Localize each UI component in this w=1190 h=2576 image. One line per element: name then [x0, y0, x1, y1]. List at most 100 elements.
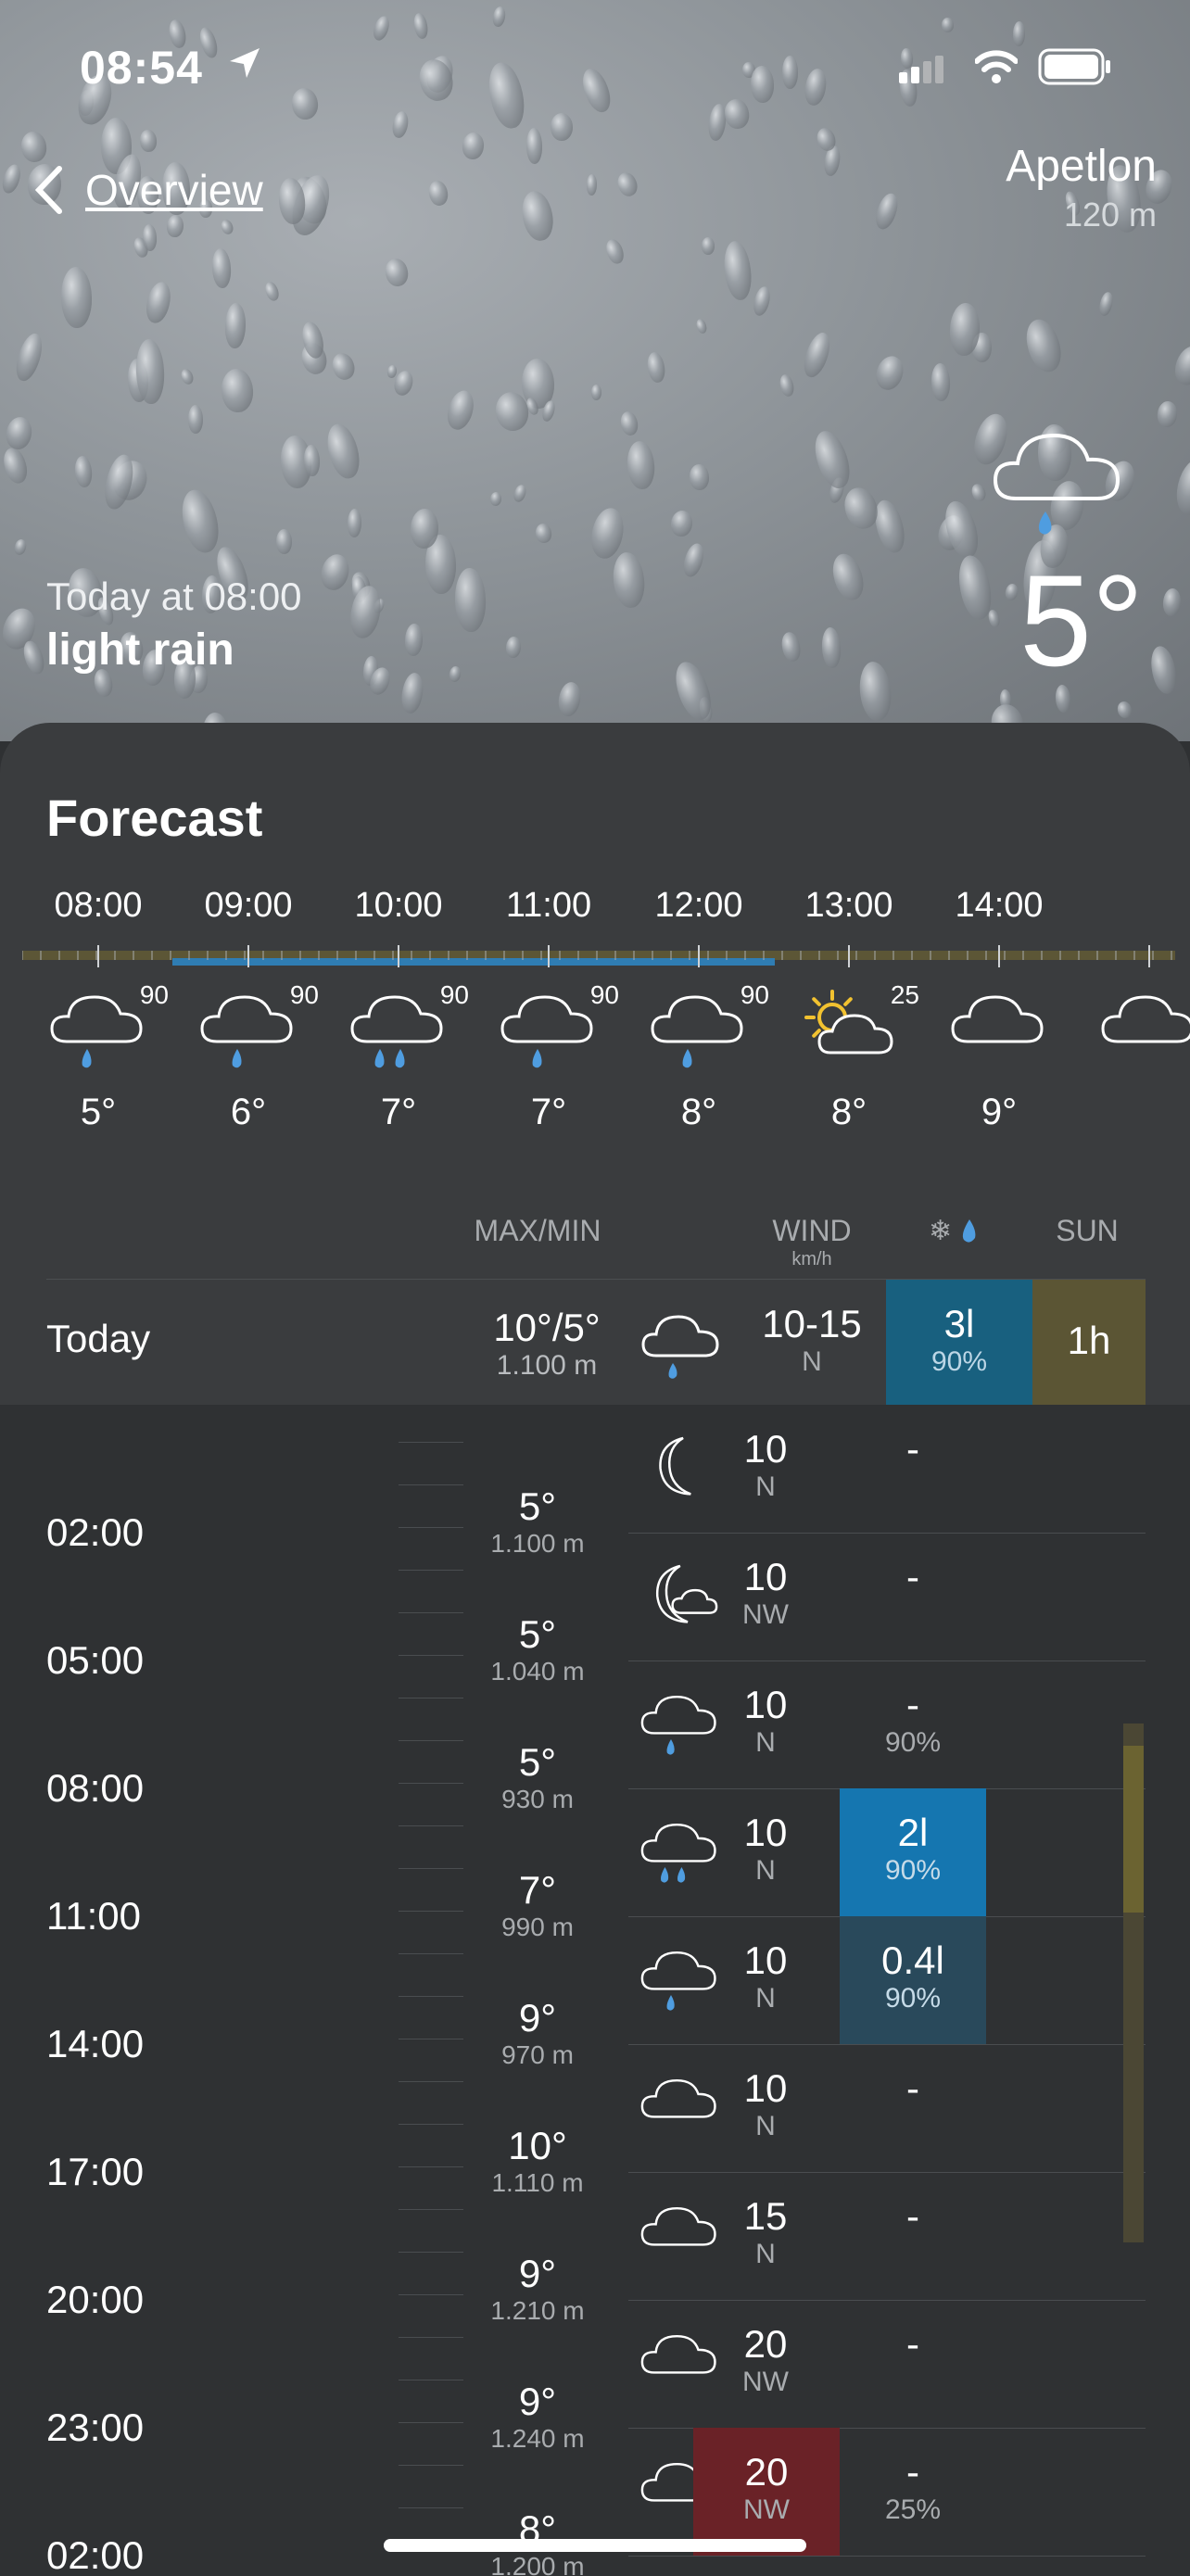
rain-drop	[220, 218, 235, 236]
rain-drop	[275, 529, 292, 555]
hourly-detail-list[interactable]: 10 N -02:00 5° 1.100 m 10 NW -05:00 5° 1.040 m 10 N…	[0, 1405, 1190, 2576]
row-precip-amount: -	[906, 2450, 919, 2494]
hour-forecast-item[interactable]: 90	[46, 973, 176, 1084]
rain-drop	[779, 630, 804, 663]
back-button[interactable]: Overview	[35, 165, 263, 215]
rain-drop	[778, 373, 796, 398]
hour-label: 10:00	[354, 886, 443, 925]
row-time: 02:00	[46, 2533, 145, 2576]
chevron-left-icon	[35, 166, 62, 214]
rain-drop	[871, 352, 907, 394]
row-time: 11:00	[46, 1894, 141, 1938]
rain-drop	[505, 636, 523, 659]
row-time: 05:00	[46, 1638, 145, 1682]
row-temp-value: 7°	[518, 1868, 557, 1912]
rain-drop	[489, 491, 503, 508]
today-precip-probability: 90%	[930, 1346, 988, 1377]
hourly-row[interactable]: 20 NW -	[628, 2300, 1146, 2429]
rain-drop	[317, 550, 353, 594]
hourly-row[interactable]: 15 N -	[628, 2172, 1146, 2301]
rain-drop	[942, 18, 955, 33]
hourly-row[interactable]: 10 N 0.4l 90%	[628, 1916, 1146, 2045]
rain-drop	[1147, 643, 1180, 696]
forecast-sheet[interactable]: Forecast 08:00 09:00 10:00 11:00 12:00 13:00 1…	[0, 723, 1190, 2576]
location-arrow-icon	[230, 48, 260, 78]
row-time: 14:00	[46, 2022, 145, 2065]
home-indicator[interactable]	[384, 2539, 806, 2552]
level-tick	[399, 1442, 463, 1443]
precip-probability: 90	[139, 980, 169, 1009]
row-wind: 15 N	[691, 2194, 840, 2270]
cloud-rain-icon	[641, 1315, 719, 1379]
hourly-row[interactable]: 10 N 2l 90%	[628, 1788, 1146, 1917]
rain-drop	[518, 188, 557, 244]
level-tick	[399, 1953, 463, 1954]
rain-drop	[1170, 342, 1190, 389]
back-label: Overview	[85, 166, 263, 214]
row-wind-speed: 20	[743, 2322, 788, 2366]
today-summary-row[interactable]: Today 10°/5° 1.100 m 10-15 N 3l 90% 1h	[46, 1279, 1146, 1406]
today-wind-direction: N	[802, 1346, 822, 1377]
hour-temperature: 7°	[380, 1092, 417, 1132]
rain-drop	[382, 256, 411, 288]
hourly-row[interactable]: 10 N -	[628, 2044, 1146, 2173]
today-precip-amount: 3l	[943, 1302, 975, 1345]
row-wind-direction: N	[755, 2239, 776, 2269]
cloud-rain-icon	[651, 995, 743, 1068]
rain-drop	[856, 660, 893, 724]
rain-drop	[60, 266, 94, 328]
rain-drop	[11, 330, 47, 384]
hourly-icons: 90 90 90 90 90 25	[0, 973, 1190, 1084]
row-precipitation: 0.4l 90%	[840, 1916, 986, 2044]
row-wind-direction: N	[755, 2111, 776, 2141]
hour-forecast-item[interactable]	[947, 973, 1077, 1084]
rain-drop	[461, 132, 487, 161]
rain-drop	[220, 367, 255, 413]
hour-forecast-item[interactable]: 90	[347, 973, 476, 1084]
row-time: 20:00	[46, 2278, 145, 2321]
row-precip-amount: -	[906, 1427, 919, 1471]
hourly-row[interactable]: 10 N -	[628, 1405, 1146, 1534]
row-precipitation: 2l 90%	[840, 1788, 986, 1916]
rain-drop	[390, 109, 411, 139]
rain-drop	[556, 679, 583, 718]
rain-drop	[187, 405, 204, 435]
hour-forecast-item[interactable]	[1097, 973, 1190, 1084]
rain-drop	[143, 280, 175, 326]
rain-drop	[808, 426, 855, 493]
cloud-rain-icon	[500, 995, 593, 1068]
rain-drop	[930, 362, 951, 401]
wind-header: WIND	[772, 1214, 852, 1247]
rain-drop	[610, 550, 648, 610]
rain-drop	[688, 463, 710, 490]
rain-drop	[590, 385, 602, 401]
wind-unit: km/h	[791, 1249, 832, 1269]
precip-probability: 90	[740, 980, 769, 1009]
rain-drop	[20, 638, 48, 677]
hour-forecast-item[interactable]: 90	[647, 973, 777, 1084]
hour-forecast-item[interactable]: 25	[797, 973, 927, 1084]
hour-forecast-item[interactable]: 90	[196, 973, 326, 1084]
hour-temperature: 6°	[230, 1092, 267, 1132]
row-precip-probability: 25%	[884, 2494, 942, 2525]
row-precipitation: -90%	[840, 1661, 986, 1788]
rain-drop	[828, 550, 868, 604]
current-temperature: 5°	[1019, 548, 1144, 693]
rain-drop	[820, 626, 842, 669]
hourly-row[interactable]: 10 N -90%	[628, 1661, 1146, 1789]
cloud-rain-icon	[200, 995, 293, 1068]
today-sun-hours: 1h	[1067, 1319, 1111, 1362]
row-precipitation: -	[840, 2044, 986, 2172]
hourly-row[interactable]: 10 NW -	[628, 1533, 1146, 1661]
today-maxmin: 10°/5° 1.100 m	[445, 1306, 649, 1382]
status-time: 08:54	[80, 42, 203, 94]
hourly-timeline-scrubber[interactable]	[22, 945, 1175, 967]
rain-drop	[512, 483, 529, 504]
hour-temperature: 8°	[830, 1092, 867, 1132]
rain-drop	[586, 173, 598, 196]
rain-drop	[19, 130, 49, 164]
hour-forecast-item[interactable]: 90	[497, 973, 627, 1084]
hourly-row[interactable]: 20 NW -25%	[628, 2428, 1146, 2557]
rain-drop	[329, 350, 358, 383]
rain-drop	[1020, 315, 1067, 376]
